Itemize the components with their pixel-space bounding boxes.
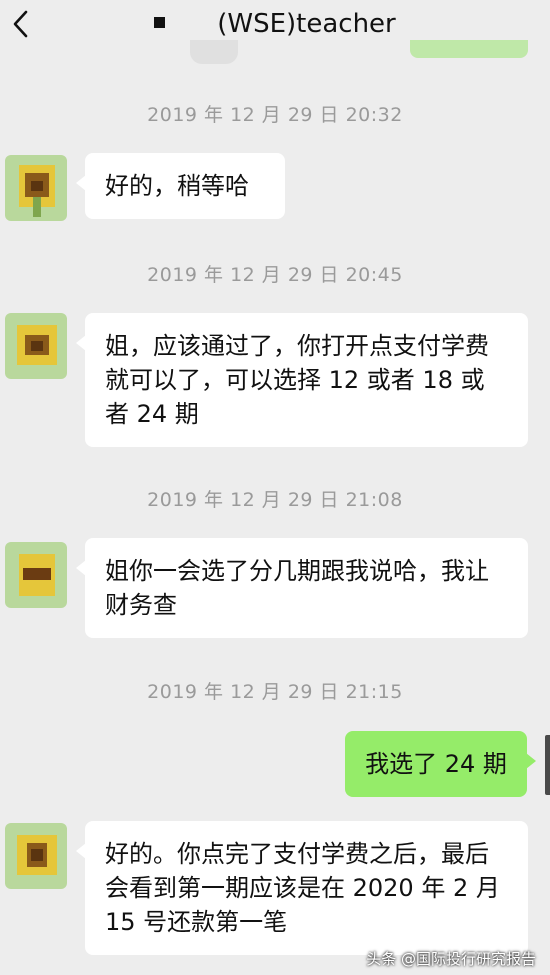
incoming-message: 姐，应该通过了，你打开点支付学费就可以了，可以选择 12 或者 18 或者 24… xyxy=(76,313,528,447)
incoming-message: 姐你一会选了分几期跟我说哈，我让财务查 xyxy=(76,538,528,638)
own-avatar[interactable] xyxy=(545,735,550,795)
redacted-name-mark xyxy=(154,17,166,28)
outgoing-message: 我选了 24 期 xyxy=(345,731,536,797)
watermark: 头条 @国际投行研究报告 xyxy=(366,950,536,968)
avatar[interactable] xyxy=(5,313,67,379)
avatar[interactable] xyxy=(5,823,67,889)
incoming-message: 好的，稍等哈 xyxy=(76,153,285,219)
timestamp: 2019 年 12 月 29 日 20:45 xyxy=(147,264,403,286)
previous-message-edge xyxy=(190,40,238,64)
chat-title-text: (WSE)teacher xyxy=(217,9,396,39)
incoming-message: 好的。你点完了支付学费之后，最后会看到第一期应该是在 2020 年 2 月 15… xyxy=(76,821,528,955)
avatar[interactable] xyxy=(5,542,67,608)
timestamp: 2019 年 12 月 29 日 20:32 xyxy=(147,104,403,126)
timestamp: 2019 年 12 月 29 日 21:08 xyxy=(147,489,403,511)
chat-title: (WSE)teacher xyxy=(0,8,550,40)
avatar[interactable] xyxy=(5,155,67,221)
timestamp: 2019 年 12 月 29 日 21:15 xyxy=(147,681,403,703)
previous-message-edge-outgoing xyxy=(410,40,528,58)
